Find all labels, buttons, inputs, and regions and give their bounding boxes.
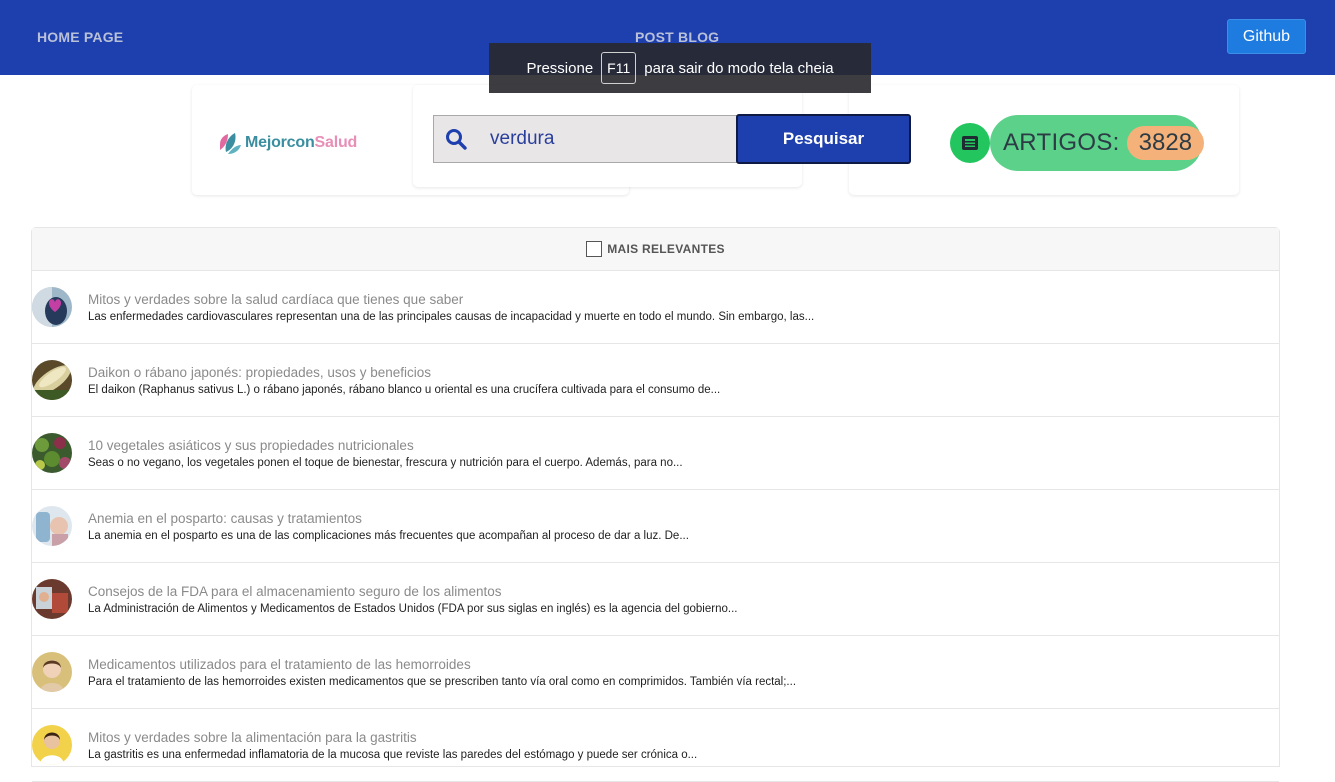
article-thumbnail[interactable] [32, 725, 72, 765]
article-thumbnail[interactable] [32, 652, 72, 692]
article-title[interactable]: Mitos y verdades sobre la salud cardíaca… [88, 292, 463, 307]
search-icon [446, 129, 467, 150]
articles-counter: ARTIGOS: 3828 [990, 115, 1205, 171]
articles-label: ARTIGOS: [1003, 129, 1120, 156]
nav-home-link[interactable]: HOME PAGE [37, 29, 123, 45]
article-description: Las enfermedades cardiovasculares repres… [88, 311, 815, 323]
logo-text-part2: Salud [314, 134, 358, 151]
logo-text-part1: Mejorcon [245, 134, 315, 151]
articles-list-panel: MAIS RELEVANTES Mitos y verdades sobre l… [31, 227, 1280, 782]
articles-count-badge: 3828 [1126, 126, 1205, 160]
article-thumbnail[interactable] [32, 287, 72, 327]
article-title[interactable]: 10 vegetales asiáticos y sus propiedades… [88, 438, 414, 453]
article-thumbnail[interactable] [32, 433, 72, 473]
fullscreen-notice-prefix: Pressione [526, 59, 594, 77]
list-item: Anemia en el posparto: causas y tratamie… [32, 490, 1279, 563]
article-description: El daikon (Raphanus sativus L.) o rábano… [88, 384, 721, 396]
search-field[interactable] [433, 115, 738, 163]
leaf-logo-icon [220, 133, 241, 154]
fullscreen-notice: Pressione F11 para sair do modo tela che… [489, 43, 871, 93]
relevance-checkbox[interactable] [586, 241, 603, 257]
article-thumbnail[interactable] [32, 579, 72, 619]
article-description: Para el tratamiento de las hemorroides e… [88, 676, 797, 688]
article-title[interactable]: Medicamentos utilizados para el tratamie… [88, 657, 471, 672]
article-title[interactable]: Consejos de la FDA para el almacenamient… [88, 584, 501, 599]
newspaper-icon [962, 136, 978, 150]
newspaper-badge [950, 123, 990, 163]
logo-text: MejorconSalud [245, 134, 357, 152]
article-title[interactable]: Mitos y verdades sobre la alimentación p… [88, 730, 417, 745]
article-description: La anemia en el posparto es una de las c… [88, 530, 689, 542]
list-item: Consejos de la FDA para el almacenamient… [32, 563, 1279, 636]
list-item: Mitos y verdades sobre la salud cardíaca… [32, 271, 1279, 344]
article-description: Seas o no vegano, los vegetales ponen el… [88, 457, 683, 469]
list-filter-header: MAIS RELEVANTES [32, 228, 1279, 271]
f11-key: F11 [601, 52, 637, 84]
article-title[interactable]: Daikon o rábano japonés: propiedades, us… [88, 365, 431, 380]
article-description: La Administración de Alimentos y Medicam… [88, 603, 738, 615]
relevance-filter-label: MAIS RELEVANTES [607, 242, 725, 256]
article-thumbnail[interactable] [32, 360, 72, 400]
list-item: Daikon o rábano japonés: propiedades, us… [32, 344, 1279, 417]
article-thumbnail[interactable] [32, 506, 72, 546]
search-input[interactable] [490, 128, 710, 150]
article-description: La gastritis es una enfermedad inflamato… [88, 749, 698, 761]
article-title[interactable]: Anemia en el posparto: causas y tratamie… [88, 511, 362, 526]
site-logo[interactable]: MejorconSalud [216, 130, 357, 156]
fullscreen-notice-suffix: para sair do modo tela cheia [644, 59, 834, 77]
search-button[interactable]: Pesquisar [736, 114, 911, 164]
github-button[interactable]: Github [1227, 19, 1306, 54]
list-item: Mitos y verdades sobre la alimentación p… [32, 709, 1279, 782]
list-item: Medicamentos utilizados para el tratamie… [32, 636, 1279, 709]
list-item: 10 vegetales asiáticos y sus propiedades… [32, 417, 1279, 490]
